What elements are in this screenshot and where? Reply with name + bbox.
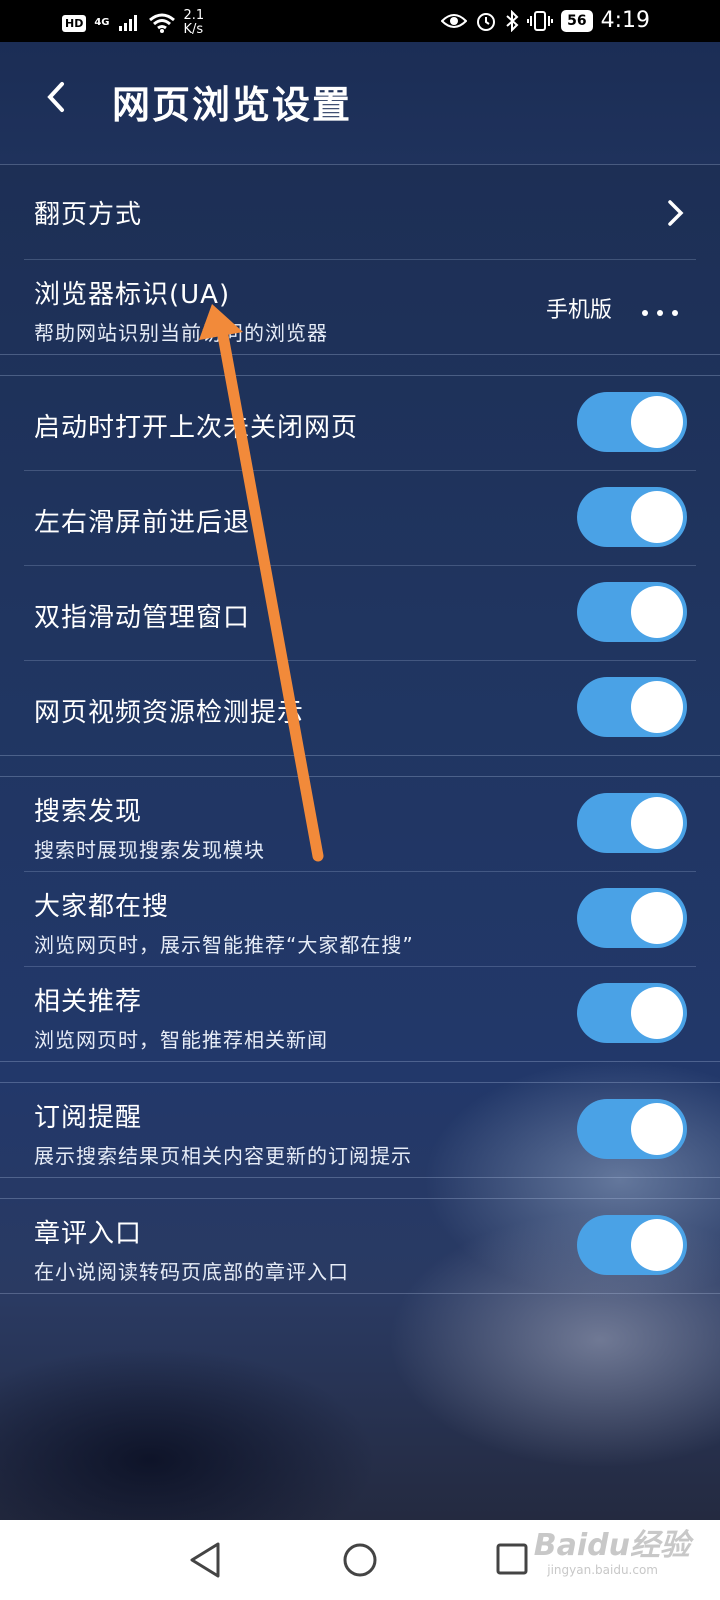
toggle-switch[interactable] [577,793,687,853]
toggle-switch[interactable] [577,983,687,1043]
vibrate-icon [527,10,554,31]
toggle-switch[interactable] [577,677,687,737]
toggle-knob [631,586,683,638]
speed-unit: K/s [183,22,204,37]
setting-description: 在小说阅读转码页底部的章评入口 [34,1260,349,1284]
watermark-url: jingyan.baidu.com [547,1563,658,1577]
toggle-row-trending-searches[interactable]: 大家都在搜 浏览网页时，展示智能推荐“大家都在搜” [0,872,720,966]
divider [0,164,720,165]
speed-value: 2.1 [183,8,205,23]
signal-icon [118,15,137,31]
toggle-row-search-discovery[interactable]: 搜索发现 搜索时展现搜索发现模块 [0,777,720,871]
toggle-switch[interactable] [577,888,687,948]
nav-back-icon[interactable] [188,1540,224,1580]
setting-label: 大家都在搜 [34,892,170,922]
setting-label: 搜索发现 [34,797,143,827]
more-options-icon[interactable] [642,310,678,316]
divider [0,755,720,756]
watermark-logo: Baidu经验 [533,1528,690,1563]
toggle-knob [631,681,683,733]
toggle-knob [631,1219,683,1271]
setting-description: 搜索时展现搜索发现模块 [34,838,265,862]
battery-level: 56 [561,9,593,32]
toggle-row-subscription-reminder[interactable]: 订阅提醒 展示搜索结果页相关内容更新的订阅提示 [0,1083,720,1177]
chevron-right-icon [668,200,684,226]
toggle-switch[interactable] [577,487,687,547]
setting-label: 相关推荐 [34,987,143,1017]
wifi-icon [148,13,175,33]
toggle-knob [631,892,683,944]
toggle-knob [631,797,683,849]
toggle-switch[interactable] [577,1215,687,1275]
toggle-row-two-finger-windows[interactable]: 双指滑动管理窗口 [0,566,720,660]
divider [0,1061,720,1062]
setting-description: 浏览网页时，智能推荐相关新闻 [34,1028,328,1052]
status-bar: HD 4G 2.1 K/s 56 4:19 [0,0,720,42]
alarm-icon [477,12,496,31]
toggle-knob [631,491,683,543]
toggle-row-video-detection[interactable]: 网页视频资源检测提示 [0,661,720,755]
clock: 4:19 [600,8,650,33]
network-type: 4G [94,17,110,28]
setting-label: 订阅提醒 [34,1103,143,1133]
divider [0,354,720,355]
setting-label: 左右滑屏前进后退 [34,508,251,538]
toggle-switch[interactable] [577,582,687,642]
page-turn-label: 翻页方式 [34,200,143,230]
toggle-knob [631,396,683,448]
toggle-switch[interactable] [577,392,687,452]
toggle-knob [631,1103,683,1155]
eye-icon [441,13,468,28]
nav-recents-icon[interactable] [495,1542,529,1576]
app-header [0,42,720,164]
back-arrow-icon[interactable] [38,72,78,122]
ua-label: 浏览器标识(UA) [34,280,231,310]
network-speed: 2.1 K/s [184,9,205,37]
setting-description: 浏览网页时，展示智能推荐“大家都在搜” [34,933,414,957]
toggle-knob [631,987,683,1039]
divider [0,1293,720,1294]
setting-label: 双指滑动管理窗口 [34,603,251,633]
divider [0,1177,720,1178]
toggle-row-swipe-navigation[interactable]: 左右滑屏前进后退 [0,471,720,565]
bluetooth-icon [506,9,519,32]
toggle-row-related-recommendations[interactable]: 相关推荐 浏览网页时，智能推荐相关新闻 [0,967,720,1061]
setting-label: 网页视频资源检测提示 [34,698,305,728]
setting-label: 启动时打开上次未关闭网页 [34,413,359,443]
toggle-row-restore-pages[interactable]: 启动时打开上次未关闭网页 [0,376,720,470]
setting-description: 展示搜索结果页相关内容更新的订阅提示 [34,1144,412,1168]
page-turn-row[interactable]: 翻页方式 [0,166,720,260]
ua-value[interactable]: 手机版 [546,292,612,324]
ua-description: 帮助网站识别当前访问的浏览器 [34,321,328,345]
hd-indicator: HD [62,14,87,32]
nav-home-icon[interactable] [342,1542,378,1578]
page-title: 网页浏览设置 [112,83,353,127]
setting-label: 章评入口 [34,1219,143,1249]
toggle-switch[interactable] [577,1099,687,1159]
toggle-row-chapter-review[interactable]: 章评入口 在小说阅读转码页底部的章评入口 [0,1199,720,1293]
